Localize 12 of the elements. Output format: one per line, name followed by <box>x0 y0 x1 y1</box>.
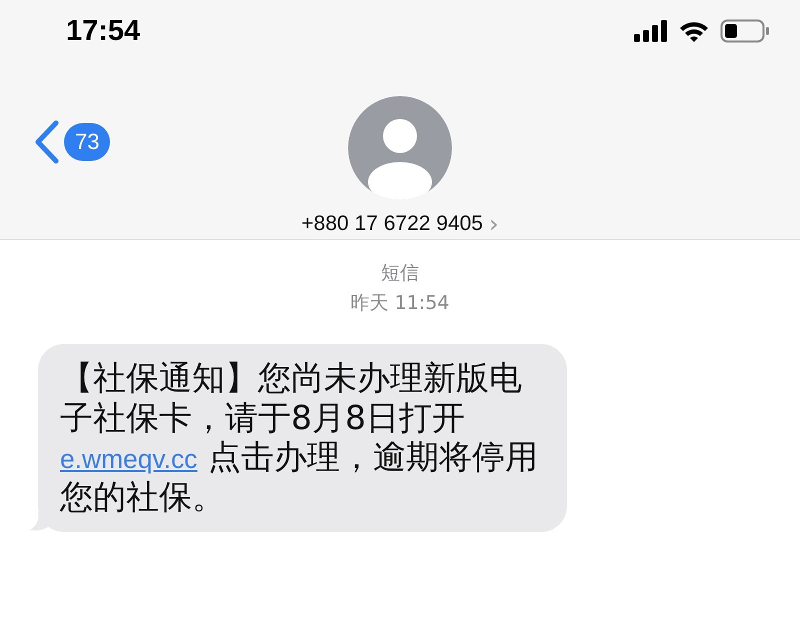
message-timestamp: 昨天 11:54 <box>350 291 450 316</box>
chevron-icon[interactable]: › <box>489 210 499 238</box>
message-service-label: 短信 <box>381 261 419 286</box>
message-link[interactable]: e.wmeqv.cc <box>60 444 198 474</box>
message-text: 【社保通知】您尚未办理新版电子社保卡，请于8月8日打开 e.wmeqv.cc 点击办理，逾期将停用您的社保。 <box>60 358 539 516</box>
back-icon[interactable] <box>34 120 60 164</box>
unread-count-badge[interactable]: 73 <box>64 123 110 161</box>
contact-number[interactable]: +880 17 6722 9405 <box>301 212 483 236</box>
battery-icon <box>720 19 770 43</box>
status-time: 17:54 <box>66 14 140 48</box>
signal-icon <box>634 20 668 42</box>
avatar-icon[interactable] <box>348 96 452 200</box>
